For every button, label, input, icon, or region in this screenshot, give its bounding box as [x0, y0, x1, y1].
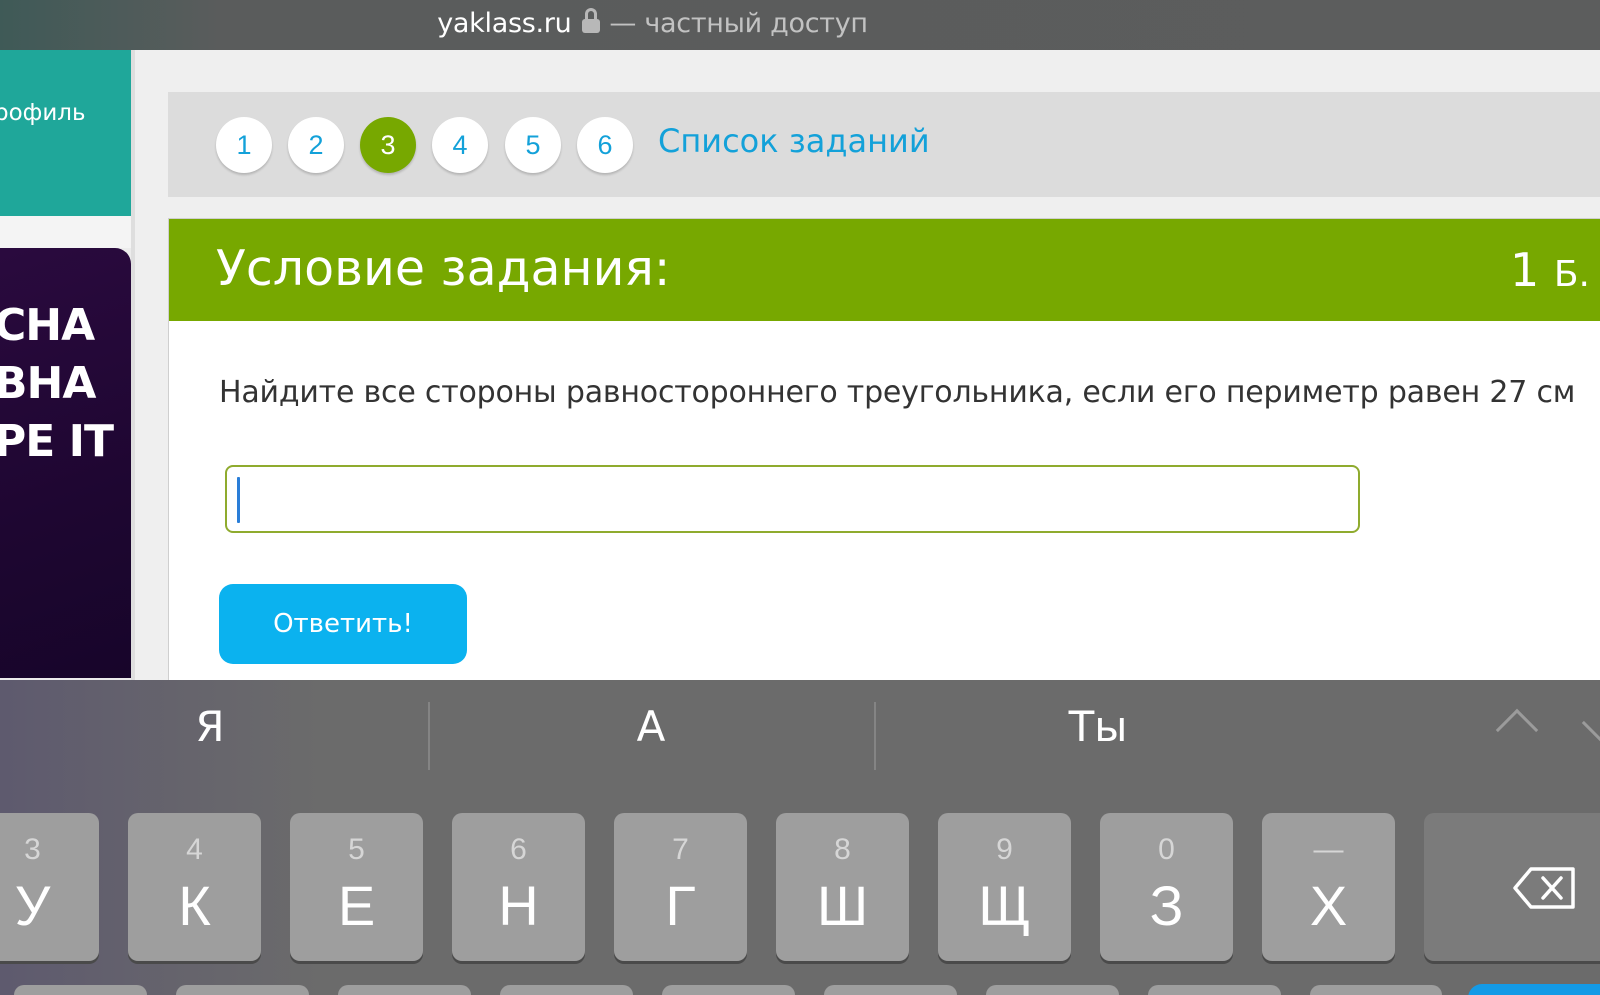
key-number: 4 [186, 833, 203, 866]
suggestion-2[interactable]: А [432, 680, 870, 772]
task-points: 1 Б. [1510, 243, 1590, 297]
key-letter: Е [337, 874, 376, 937]
key-number: 3 [24, 833, 41, 866]
address-display[interactable]: yaklass.ru — частный доступ [0, 0, 1305, 46]
key-shch[interactable]: 9 Щ [938, 813, 1071, 961]
sidebar-profile-block[interactable]: рофиль [0, 50, 131, 216]
task-navigation: 1 2 3 4 5 6 Список заданий [168, 92, 1600, 197]
suggestion-separator [874, 702, 876, 770]
submit-answer-button[interactable]: Ответить! [219, 584, 467, 664]
task-condition-title: Условие задания: [216, 240, 671, 297]
key-letter: Н [498, 874, 539, 937]
key-n[interactable]: 6 Н [452, 813, 585, 961]
key-partial[interactable] [14, 985, 147, 995]
key-z[interactable]: 0 З [1100, 813, 1233, 961]
key-u[interactable]: 3 У [0, 813, 99, 961]
task-number-3-active[interactable]: 3 [360, 117, 416, 173]
task-number-4[interactable]: 4 [432, 117, 488, 173]
backspace-icon [1513, 867, 1575, 909]
task-number-6[interactable]: 6 [577, 117, 633, 173]
key-number: 5 [348, 833, 365, 866]
answer-input[interactable] [225, 465, 1360, 533]
key-partial[interactable] [338, 985, 471, 995]
task-question-text: Найдите все стороны равностороннего треу… [219, 375, 1576, 410]
suggestion-1[interactable]: Я [0, 680, 420, 772]
key-partial[interactable] [986, 985, 1119, 995]
suggestion-separator [428, 702, 430, 770]
points-value: 1 [1509, 243, 1540, 297]
task-number-2[interactable]: 2 [288, 117, 344, 173]
task-number-5[interactable]: 5 [505, 117, 561, 173]
key-partial[interactable] [500, 985, 633, 995]
text-caret [237, 477, 240, 523]
promo-banner[interactable]: СНА ВНА РЕ IT [0, 248, 131, 678]
chevron-up-icon[interactable] [1495, 708, 1539, 752]
key-number: 6 [510, 833, 527, 866]
return-key[interactable] [1468, 984, 1600, 995]
key-kh[interactable]: — Х [1262, 813, 1395, 961]
key-number: 9 [996, 833, 1013, 866]
key-e[interactable]: 5 Е [290, 813, 423, 961]
on-screen-keyboard: Я А Ты 3 У 4 К 5 Е 6 Н 7 Г 8 Ш 9 Щ 0 З —… [0, 680, 1600, 995]
site-domain: yaklass.ru [437, 7, 572, 39]
task-card-header: Условие задания: 1 Б. [169, 219, 1600, 321]
task-card: Условие задания: 1 Б. Найдите все сторон… [168, 218, 1600, 688]
key-letter: Х [1309, 874, 1348, 937]
key-partial[interactable] [1310, 985, 1442, 995]
key-letter: Щ [978, 874, 1031, 937]
keyboard-suggestions: Я А Ты [0, 680, 1600, 772]
promo-line-3: РЕ IT [0, 416, 114, 467]
sidebar-spacer [0, 216, 131, 248]
key-letter: З [1149, 874, 1184, 937]
chevron-down-icon[interactable] [1581, 701, 1600, 745]
key-letter: У [14, 874, 51, 937]
sidebar-profile-link[interactable]: рофиль [0, 100, 86, 126]
key-partial[interactable] [1148, 985, 1281, 995]
promo-line-2: ВНА [0, 358, 96, 409]
key-letter: К [178, 874, 211, 937]
lock-icon [581, 8, 601, 34]
key-number: 7 [672, 833, 689, 866]
task-list-link[interactable]: Список заданий [658, 122, 930, 160]
key-partial[interactable] [824, 985, 957, 995]
key-partial[interactable] [662, 985, 795, 995]
key-number: 8 [834, 833, 851, 866]
promo-line-1: СНА [0, 300, 95, 351]
key-number: — [1313, 833, 1344, 866]
key-k[interactable]: 4 К [128, 813, 261, 961]
browser-address-bar[interactable]: yaklass.ru — частный доступ [0, 0, 1600, 50]
key-number: 0 [1158, 833, 1175, 866]
task-number-1[interactable]: 1 [216, 117, 272, 173]
key-g[interactable]: 7 Г [614, 813, 747, 961]
points-unit: Б. [1553, 254, 1590, 295]
key-partial[interactable] [176, 985, 309, 995]
suggestion-3[interactable]: Ты [878, 680, 1318, 772]
key-sh[interactable]: 8 Ш [776, 813, 909, 961]
key-letter: Г [665, 874, 696, 937]
access-status: — частный доступ [609, 7, 868, 39]
key-letter: Ш [816, 874, 869, 937]
